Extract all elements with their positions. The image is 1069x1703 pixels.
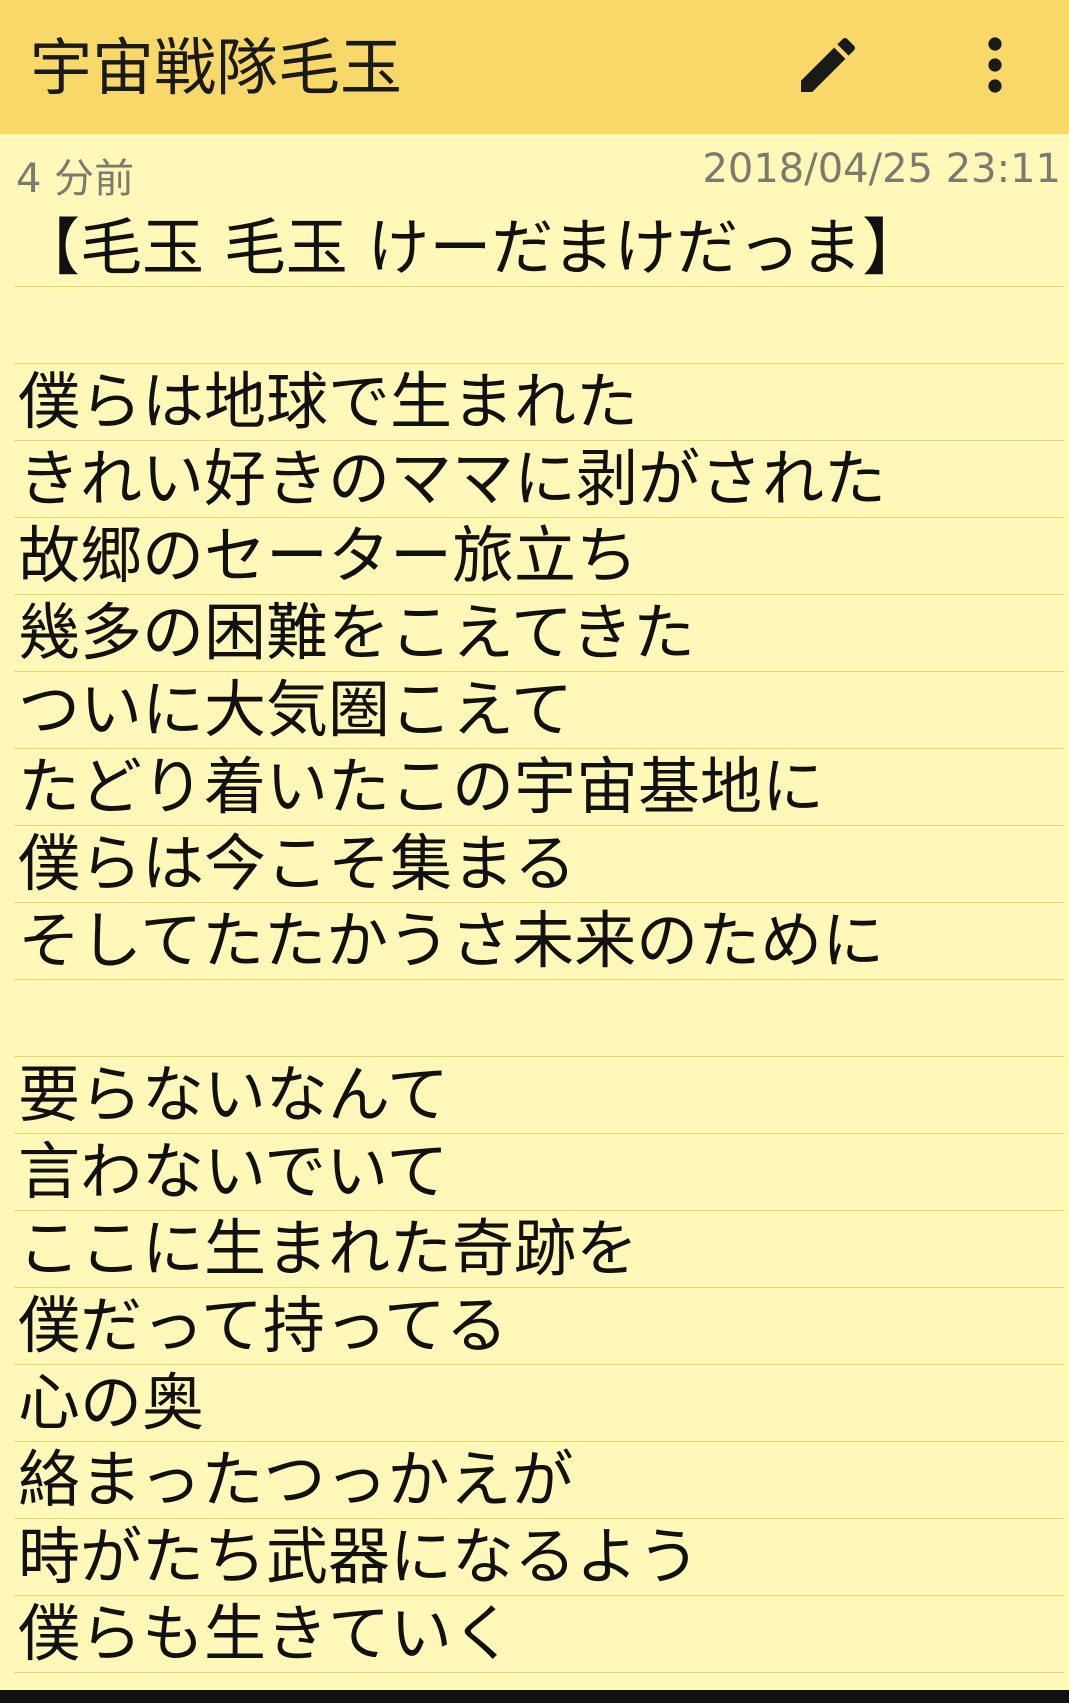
note-line: 絡まったつっかえが [14, 1442, 1064, 1519]
note-body[interactable]: 【毛玉 毛玉 けーだまけだっま】 僕らは地球で生まれた きれい好きのママに剥がされた… [0, 210, 1069, 1680]
note-line-text: 僕らは地球で生まれた [18, 365, 639, 438]
note-line-text: 心の奥 [18, 1366, 205, 1439]
note-line: ついに大気圏こえて [14, 672, 1064, 749]
note-line-text: 僕だって持ってる [18, 1289, 508, 1362]
note-line-text: ここに生まれた奇跡を [18, 1212, 639, 1285]
note-line-text: 僕らは今こそ集まる [18, 827, 577, 900]
note-line-text: たどり着いたこの宇宙基地に [18, 750, 825, 823]
note-line: 時がたち武器になるよう [14, 1519, 1064, 1596]
note-line-text: ついに大気圏こえて [18, 673, 573, 746]
note-line: 言わないでいて [14, 1134, 1064, 1211]
note-line-text: 僕らも生きていく [18, 1597, 515, 1670]
note-line: 要らないなんて [14, 1057, 1064, 1134]
note-line-text: 時がたち武器になるよう [18, 1520, 701, 1593]
note-line: 僕らも生きていく [14, 1596, 1064, 1673]
note-line: 心の奥 [14, 1365, 1064, 1442]
relative-time: 4 分前 [16, 156, 135, 202]
note-line: たどり着いたこの宇宙基地に [14, 749, 1064, 826]
note-line: きれい好きのママに剥がされた [14, 441, 1064, 518]
note-datetime: 2018/04/25 23:11 [702, 146, 1061, 192]
edit-button[interactable] [783, 22, 873, 112]
note-line-text: 要らないなんて [18, 1058, 449, 1131]
note-meta: 4 分前 2018/04/25 23:11 [0, 134, 1069, 208]
note-line: そしてたたかうさ未来のために [14, 903, 1064, 980]
note-line: 【毛玉 毛玉 けーだまけだっま】 [14, 210, 1064, 287]
note-line-text: 絡まったつっかえが [18, 1443, 574, 1516]
more-vert-icon [959, 29, 1031, 105]
note-line-text: 幾多の困難をこえてきた [18, 596, 696, 669]
note-line-text: そしてたたかうさ未来のために [18, 904, 885, 977]
note-title: 宇宙戦隊毛玉 [30, 31, 403, 104]
more-options-button[interactable] [950, 22, 1040, 112]
note-line-text: 故郷のセーター旅立ち [18, 519, 639, 592]
pencil-icon [792, 29, 864, 105]
note-line: 僕だって持ってる [14, 1288, 1064, 1365]
note-line: ここに生まれた奇跡を [14, 1211, 1064, 1288]
note-line: 故郷のセーター旅立ち [14, 518, 1064, 595]
note-line [14, 980, 1064, 1057]
note-line: 僕らは今こそ集まる [14, 826, 1064, 903]
app-bar: 宇宙戦隊毛玉 [0, 0, 1069, 134]
note-line-text: きれい好きのママに剥がされた [18, 442, 887, 515]
note-line-text: 言わないでいて [18, 1135, 449, 1208]
note-line: 幾多の困難をこえてきた [14, 595, 1064, 672]
note-line [14, 287, 1064, 364]
note-line-text: 【毛玉 毛玉 けーだまけだっま】 [18, 211, 925, 284]
note-line: 僕らは地球で生まれた [14, 364, 1064, 441]
bottom-edge [0, 1690, 1069, 1703]
